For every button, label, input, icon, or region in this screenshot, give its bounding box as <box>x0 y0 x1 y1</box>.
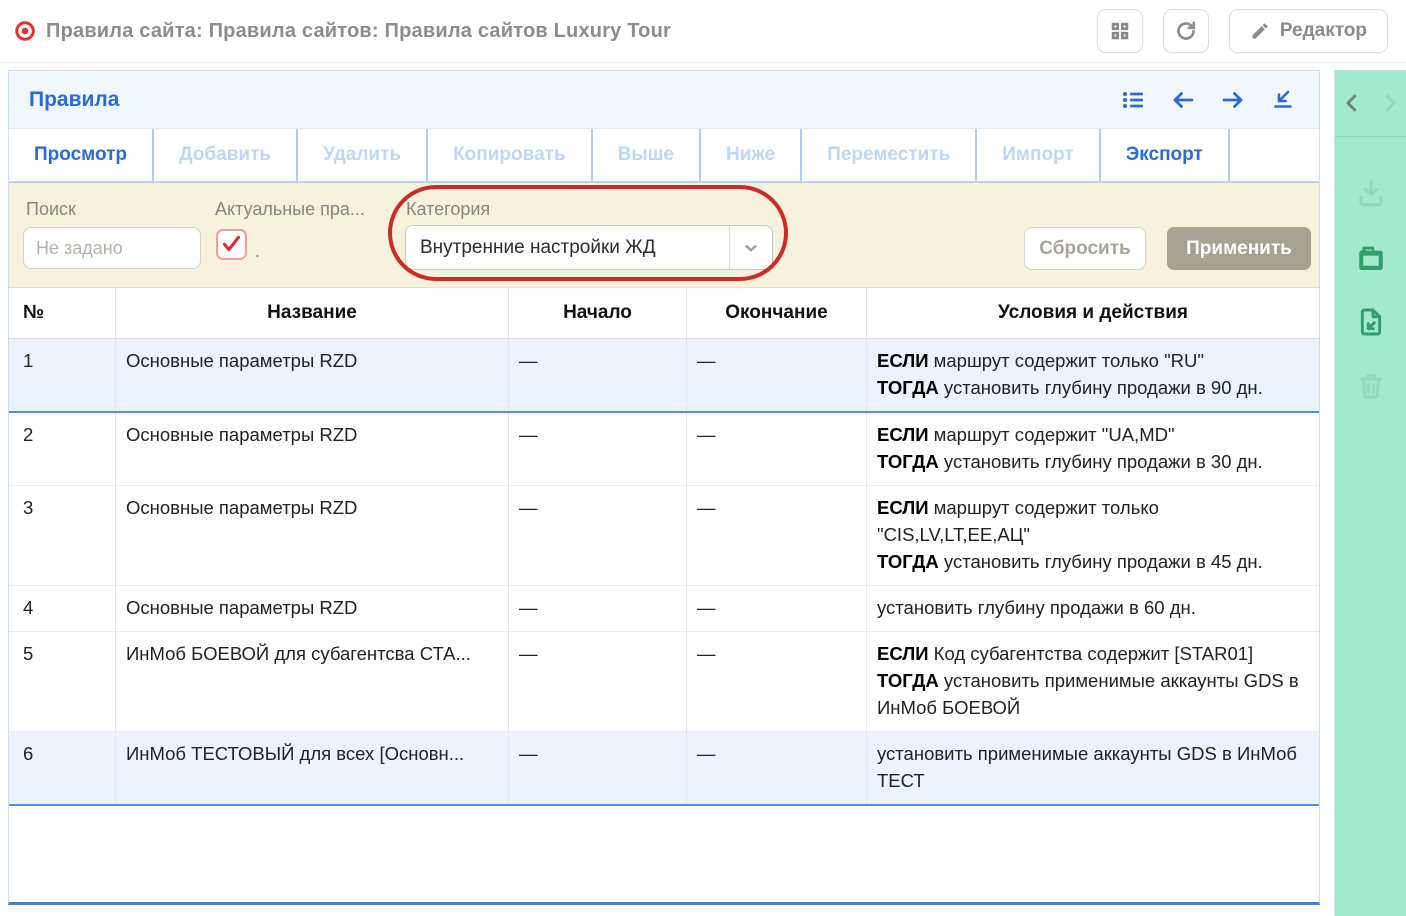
cell-num: 4 <box>9 586 116 631</box>
cell-end: — <box>687 413 867 485</box>
table-row[interactable]: 2Основные параметры RZD——ЕСЛИ маршрут со… <box>9 413 1319 486</box>
save-icon[interactable] <box>1354 241 1388 275</box>
cell-end: — <box>687 632 867 731</box>
cell-start: — <box>509 732 687 804</box>
cell-name: Основные параметры RZD <box>116 413 509 485</box>
cell-start: — <box>509 586 687 631</box>
cell-end: — <box>687 732 867 804</box>
cell-conditions: установить применимые аккаунты GDS в ИнМ… <box>867 732 1319 804</box>
column-header: Условия и действия <box>867 288 1319 338</box>
reset-button[interactable]: Сбросить <box>1024 227 1146 270</box>
tab-export[interactable]: Экспорт <box>1101 129 1230 181</box>
rules-table: 1Основные параметры RZD——ЕСЛИ маршрут со… <box>9 339 1319 806</box>
tab-import: Импорт <box>977 129 1100 181</box>
table-row[interactable]: 4Основные параметры RZD——установить глуб… <box>9 586 1319 632</box>
table-row[interactable]: 6ИнМоб ТЕСТОВЫЙ для всех [Основн...——уст… <box>9 732 1319 806</box>
actual-rules-checkbox[interactable] <box>216 229 247 260</box>
cell-num: 3 <box>9 486 116 585</box>
cell-conditions: установить глубину продажи в 60 дн. <box>867 586 1319 631</box>
cell-num: 6 <box>9 732 116 804</box>
page-title: Правила сайта: Правила сайтов: Правила с… <box>46 20 671 43</box>
chevron-left-icon[interactable] <box>1341 92 1363 114</box>
list-icon[interactable] <box>1121 88 1145 112</box>
cell-name: ИнМоб БОЕВОЙ для субагентсва СТА... <box>116 632 509 731</box>
side-toolbar <box>1334 70 1406 916</box>
top-bar: Правила сайта: Правила сайтов: Правила с… <box>0 0 1406 63</box>
cell-num: 1 <box>9 339 116 411</box>
tab-delete: Удалить <box>298 129 428 181</box>
column-header: Окончание <box>687 288 867 338</box>
cell-start: — <box>509 486 687 585</box>
cell-conditions: ЕСЛИ Код субагентства содержит [STAR01]Т… <box>867 632 1319 731</box>
side-toolbar-tools <box>1335 137 1406 403</box>
dock-arrow-icon[interactable] <box>1271 88 1295 112</box>
target-icon <box>14 20 36 42</box>
search-input[interactable] <box>23 227 201 269</box>
category-label: Категория <box>406 199 490 220</box>
table-row[interactable]: 5ИнМоб БОЕВОЙ для субагентсва СТА...——ЕС… <box>9 632 1319 732</box>
cell-conditions: ЕСЛИ маршрут содержит только "CIS,LV,LT,… <box>867 486 1319 585</box>
cell-name: Основные параметры RZD <box>116 486 509 585</box>
table-row[interactable]: 3Основные параметры RZD——ЕСЛИ маршрут со… <box>9 486 1319 586</box>
cell-start: — <box>509 339 687 411</box>
column-header: Название <box>116 288 509 338</box>
tab-copy: Копировать <box>428 129 593 181</box>
rules-panel: Правила <box>8 70 1320 905</box>
export-file-icon[interactable] <box>1354 305 1388 339</box>
cell-num: 5 <box>9 632 116 731</box>
tab-view[interactable]: Просмотр <box>9 129 154 181</box>
actual-rules-label: Актуальные пра... <box>215 199 365 220</box>
filter-bar: Поиск Актуальные пра... . Категория Внут… <box>9 183 1319 288</box>
panel-header: Правила <box>9 71 1319 129</box>
tab-down: Ниже <box>701 129 802 181</box>
cell-end: — <box>687 339 867 411</box>
import-download-icon <box>1354 177 1388 211</box>
tab-up: Выше <box>593 129 701 181</box>
cell-start: — <box>509 632 687 731</box>
category-dropdown[interactable]: Внутренние настройки ЖД <box>405 225 773 270</box>
cell-name: Основные параметры RZD <box>116 586 509 631</box>
apply-button[interactable]: Применить <box>1167 227 1311 270</box>
grid-icon <box>1109 20 1131 42</box>
cell-end: — <box>687 586 867 631</box>
cell-start: — <box>509 413 687 485</box>
cell-end: — <box>687 486 867 585</box>
cell-num: 2 <box>9 413 116 485</box>
column-header: Начало <box>509 288 687 338</box>
cell-conditions: ЕСЛИ маршрут содержит "UA,MD"ТОГДА устан… <box>867 413 1319 485</box>
chevron-down-icon <box>729 226 772 269</box>
cell-conditions: ЕСЛИ маршрут содержит только "RU"ТОГДА у… <box>867 339 1319 411</box>
arrow-right-icon[interactable] <box>1221 88 1245 112</box>
arrow-left-icon[interactable] <box>1171 88 1195 112</box>
pencil-icon <box>1250 21 1270 41</box>
side-toolbar-nav <box>1335 70 1406 137</box>
panel-title: Правила <box>29 88 119 112</box>
table-row[interactable]: 1Основные параметры RZD——ЕСЛИ маршрут со… <box>9 339 1319 413</box>
refresh-button[interactable] <box>1163 9 1209 53</box>
refresh-icon <box>1174 19 1198 43</box>
table-header: №НазваниеНачалоОкончаниеУсловия и действ… <box>9 288 1319 339</box>
trash-icon <box>1354 369 1388 403</box>
toolbar-tabs: ПросмотрДобавитьУдалитьКопироватьВышеНиж… <box>9 129 1319 183</box>
editor-button-label: Редактор <box>1280 20 1367 42</box>
grid-view-button[interactable] <box>1097 9 1143 53</box>
chevron-right-icon <box>1379 92 1401 114</box>
topbar-actions: Редактор <box>1097 9 1388 53</box>
category-value: Внутренние настройки ЖД <box>406 237 729 259</box>
cell-name: ИнМоб ТЕСТОВЫЙ для всех [Основн... <box>116 732 509 804</box>
tab-add: Добавить <box>154 129 298 181</box>
tab-move: Переместить <box>802 129 977 181</box>
column-header: № <box>9 288 116 338</box>
checkbox-suffix: . <box>255 241 260 262</box>
editor-button[interactable]: Редактор <box>1229 9 1388 53</box>
cell-name: Основные параметры RZD <box>116 339 509 411</box>
search-label: Поиск <box>26 199 76 220</box>
